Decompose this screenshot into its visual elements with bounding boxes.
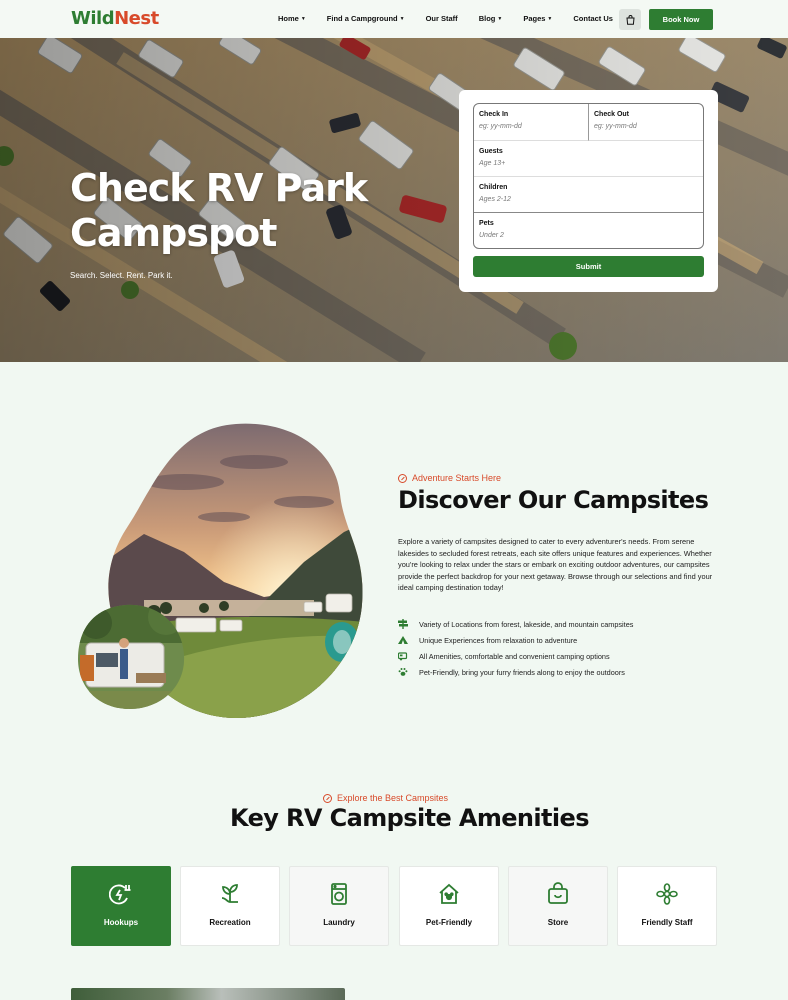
plug-icon <box>108 881 134 907</box>
amenity-card-laundry[interactable]: Laundry <box>289 866 389 946</box>
tent-icon <box>398 635 408 645</box>
nav-our-staff[interactable]: Our Staff <box>426 14 458 23</box>
amenity-card-pet-friendly[interactable]: Pet-Friendly <box>399 866 499 946</box>
booking-form: Check In eg: yy-mm-dd Check Out eg: yy-m… <box>459 90 718 292</box>
discover-title: Discover Our Campsites <box>398 486 709 514</box>
signpost-icon <box>398 619 408 629</box>
compass-icon <box>323 793 332 803</box>
store-bag-icon <box>545 881 571 907</box>
nav-contact[interactable]: Contact Us <box>573 14 613 23</box>
discover-tag: Adventure Starts Here <box>398 473 501 483</box>
washing-machine-icon <box>326 881 352 907</box>
check-out-field[interactable]: Check Out eg: yy-mm-dd <box>589 104 703 141</box>
feature-item: All Amenities, comfortable and convenien… <box>398 651 610 661</box>
check-in-field[interactable]: Check In eg: yy-mm-dd <box>474 104 589 141</box>
site-header: WildNest Home ▼ Find a Campground ▼ Our St… <box>0 0 788 38</box>
amenity-card-friendly-staff[interactable]: Friendly Staff <box>617 866 717 946</box>
nav-blog[interactable]: Blog ▼ <box>479 14 503 23</box>
brand-logo[interactable]: WildNest <box>71 8 159 29</box>
submit-button[interactable]: Submit <box>473 256 704 277</box>
campsite-preview-image <box>71 988 345 1000</box>
paw-icon <box>398 667 408 677</box>
amenities-tag: Explore the Best Campsites <box>323 793 448 803</box>
amenity-card-recreation[interactable]: Recreation <box>180 866 280 946</box>
amenities-title: Key RV Campsite Amenities <box>230 804 590 832</box>
rv-icon <box>398 651 408 661</box>
nav-find-campground[interactable]: Find a Campground ▼ <box>327 14 405 23</box>
children-field[interactable]: Children Ages 2-12 <box>474 177 703 213</box>
chevron-down-icon: ▼ <box>300 15 306 22</box>
pets-field[interactable]: Pets Under 2 <box>474 213 703 248</box>
chevron-down-icon: ▼ <box>399 15 405 22</box>
cart-button[interactable] <box>619 9 641 30</box>
hero-subtitle: Search. Select. Rent. Park it. <box>70 271 173 280</box>
compass-icon <box>398 473 407 483</box>
feature-item: Pet-Friendly, bring your furry friends a… <box>398 667 625 677</box>
chevron-down-icon: ▼ <box>497 15 503 22</box>
booking-fields: Check In eg: yy-mm-dd Check Out eg: yy-m… <box>473 103 704 249</box>
book-now-button[interactable]: Book Now <box>649 9 713 30</box>
nav-home[interactable]: Home ▼ <box>278 14 306 23</box>
amenity-card-hookups[interactable]: Hookups <box>71 866 171 946</box>
chevron-down-icon: ▼ <box>547 15 553 22</box>
guests-field[interactable]: Guests Age 13+ <box>474 141 703 177</box>
shopping-bag-icon <box>625 14 635 25</box>
discover-description: Explore a variety of campsites designed … <box>398 537 713 592</box>
amenity-card-store[interactable]: Store <box>508 866 608 946</box>
hero-title: Check RV Park Campspot <box>70 166 368 255</box>
sprout-icon <box>217 881 243 907</box>
main-nav: Home ▼ Find a Campground ▼ Our Staff Blog ▼… <box>278 14 634 23</box>
flower-icon <box>654 881 680 907</box>
camper-man-image <box>78 604 185 709</box>
pet-house-icon <box>436 881 462 907</box>
feature-item: Variety of Locations from forest, lakesi… <box>398 619 633 629</box>
nav-pages[interactable]: Pages ▼ <box>523 14 552 23</box>
feature-item: Unique Experiences from relaxation to ad… <box>398 635 577 645</box>
